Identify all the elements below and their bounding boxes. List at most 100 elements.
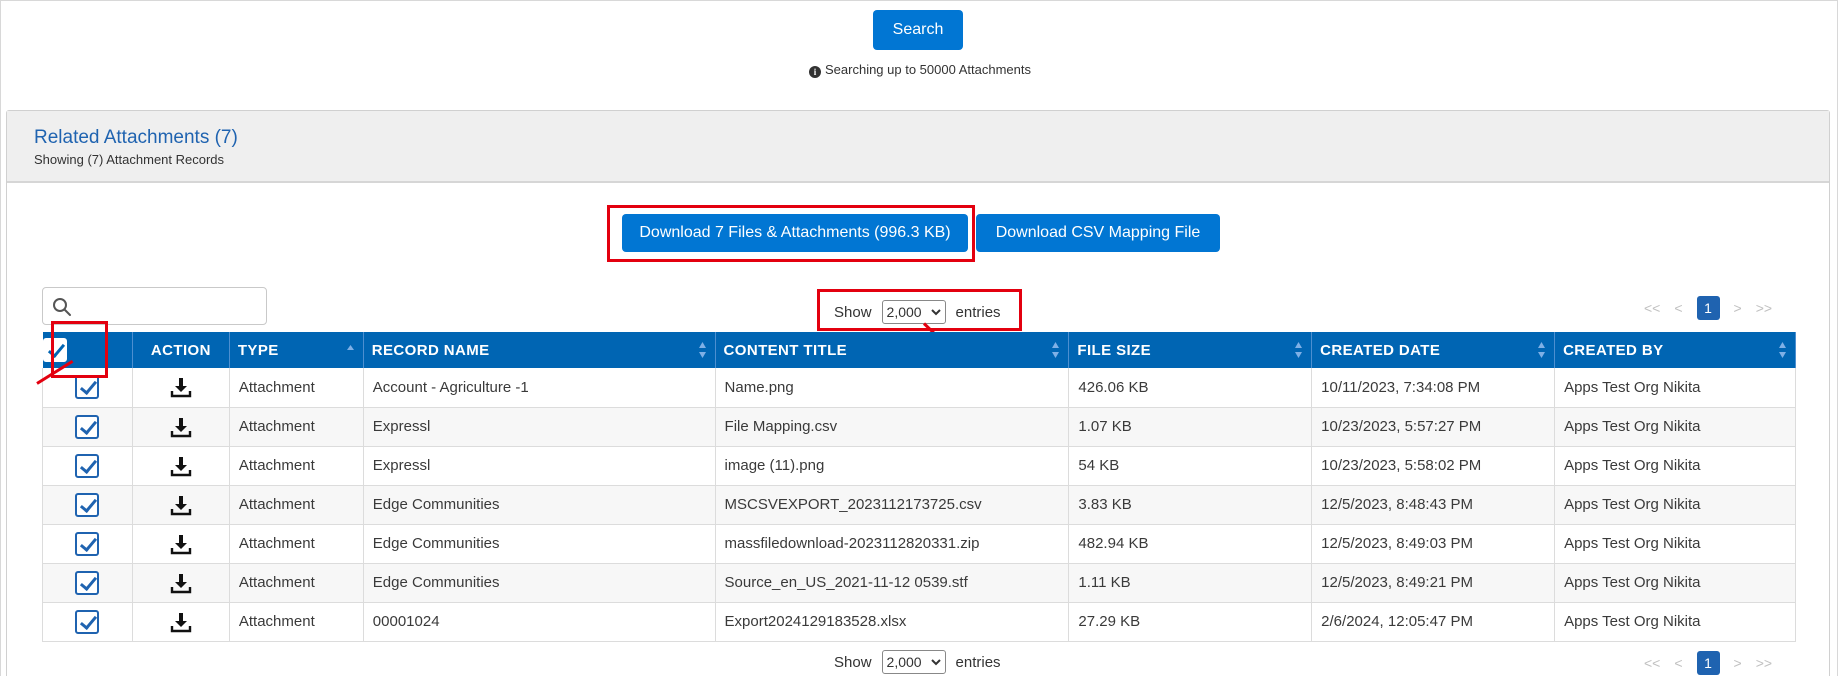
row-content-title[interactable]: Source_en_US_2021-11-12 0539.stf [715, 563, 1070, 603]
pager-prev-bottom[interactable]: < [1674, 655, 1682, 671]
row-select-cell[interactable] [42, 524, 133, 564]
row-action-cell[interactable] [132, 368, 230, 408]
row-checkbox[interactable] [75, 609, 100, 634]
row-created-date: 2/6/2024, 12:05:47 PM [1311, 602, 1556, 642]
row-created-by[interactable]: Apps Test Org Nikita [1554, 563, 1796, 603]
row-record-name[interactable]: Edge Communities [363, 485, 716, 525]
download-icon[interactable] [170, 572, 192, 594]
download-icon[interactable] [170, 533, 192, 555]
pager-next[interactable]: > [1734, 300, 1742, 316]
row-checkbox[interactable] [75, 453, 100, 478]
page-size-select-bottom[interactable]: 2,000 [881, 650, 946, 674]
row-created-by[interactable]: Apps Test Org Nikita [1554, 368, 1796, 408]
row-content-title[interactable]: image (11).png [715, 446, 1070, 486]
row-record-name[interactable]: Account - Agriculture -1 [363, 368, 716, 408]
download-all-button[interactable]: Download 7 Files & Attachments (996.3 KB… [622, 214, 968, 252]
table-row[interactable]: Attachment Account - Agriculture -1 Name.p… [42, 368, 1796, 408]
table-row[interactable]: Attachment Expressl image (11).png 54 KB 10/… [42, 446, 1796, 486]
row-type: Attachment [229, 446, 364, 486]
row-select-cell[interactable] [42, 407, 133, 447]
sort-icon[interactable] [1778, 341, 1787, 359]
row-checkbox[interactable] [75, 492, 100, 517]
download-icon[interactable] [170, 455, 192, 477]
table-row[interactable]: Attachment Edge Communities Source_en_US_2… [42, 563, 1796, 603]
row-created-by[interactable]: Apps Test Org Nikita [1554, 602, 1796, 642]
row-record-name[interactable]: 00001024 [363, 602, 716, 642]
column-header-created-by[interactable]: CREATED BY [1554, 332, 1796, 368]
column-header-file-size[interactable]: FILE SIZE [1068, 332, 1313, 368]
row-created-date: 10/23/2023, 5:57:27 PM [1311, 407, 1556, 447]
search-button[interactable]: Search [873, 10, 963, 50]
select-all-checkbox[interactable] [42, 338, 67, 362]
row-checkbox[interactable] [75, 414, 100, 439]
row-created-date: 10/23/2023, 5:58:02 PM [1311, 446, 1556, 486]
table-row[interactable]: Attachment Edge Communities MSCSVEXPORT_20… [42, 485, 1796, 525]
pager-last-bottom[interactable]: >> [1756, 655, 1772, 671]
row-action-cell[interactable] [132, 485, 230, 525]
table-row[interactable]: Attachment Edge Communities massfiledownlo… [42, 524, 1796, 564]
select-all-header[interactable] [42, 332, 133, 368]
table-search-box[interactable] [42, 287, 267, 325]
column-header-type[interactable]: TYPE [229, 332, 364, 368]
sort-asc-icon[interactable] [346, 341, 355, 359]
row-select-cell[interactable] [42, 563, 133, 603]
row-content-title[interactable]: massfiledownload-2023112820331.zip [715, 524, 1070, 564]
pager-current[interactable]: 1 [1696, 296, 1720, 320]
row-created-date: 12/5/2023, 8:48:43 PM [1311, 485, 1556, 525]
row-record-name[interactable]: Expressl [363, 407, 716, 447]
table-row[interactable]: Attachment 00001024 Export2024129183528.xl… [42, 602, 1796, 642]
row-action-cell[interactable] [132, 407, 230, 447]
row-created-by[interactable]: Apps Test Org Nikita [1554, 446, 1796, 486]
attachments-table: ACTION TYPE RECORD NAME CONTENT TITLE FI… [42, 332, 1796, 642]
entries-label-bottom: entries [955, 653, 1001, 671]
row-checkbox[interactable] [75, 375, 100, 400]
row-record-name[interactable]: Edge Communities [363, 563, 716, 603]
column-header-content-title[interactable]: CONTENT TITLE [715, 332, 1070, 368]
pager-next-bottom[interactable]: > [1734, 655, 1742, 671]
table-row[interactable]: Attachment Expressl File Mapping.csv 1.07 K… [42, 407, 1796, 447]
row-action-cell[interactable] [132, 524, 230, 564]
download-csv-mapping-button[interactable]: Download CSV Mapping File [976, 214, 1220, 252]
row-created-by[interactable]: Apps Test Org Nikita [1554, 524, 1796, 564]
column-header-record-name[interactable]: RECORD NAME [363, 332, 716, 368]
row-type: Attachment [229, 368, 364, 408]
column-header-created-date[interactable]: CREATED DATE [1311, 332, 1556, 368]
row-content-title[interactable]: Export2024129183528.xlsx [715, 602, 1070, 642]
row-created-by[interactable]: Apps Test Org Nikita [1554, 485, 1796, 525]
row-content-title[interactable]: MSCSVEXPORT_2023112173725.csv [715, 485, 1070, 525]
sort-icon[interactable] [1537, 341, 1546, 359]
row-select-cell[interactable] [42, 602, 133, 642]
pager-prev[interactable]: < [1674, 300, 1682, 316]
row-created-by[interactable]: Apps Test Org Nikita [1554, 407, 1796, 447]
pager-last[interactable]: >> [1756, 300, 1772, 316]
column-header-created-by-label: CREATED BY [1563, 341, 1664, 359]
download-icon[interactable] [170, 416, 192, 438]
row-content-title[interactable]: Name.png [715, 368, 1070, 408]
table-search-input[interactable] [77, 292, 267, 320]
row-select-cell[interactable] [42, 485, 133, 525]
pager-first[interactable]: << [1644, 300, 1660, 316]
row-action-cell[interactable] [132, 563, 230, 603]
row-content-title[interactable]: File Mapping.csv [715, 407, 1070, 447]
sort-icon[interactable] [698, 341, 707, 359]
row-record-name[interactable]: Expressl [363, 446, 716, 486]
row-select-cell[interactable] [42, 446, 133, 486]
chevron-down-icon [930, 308, 941, 315]
pager-current-bottom[interactable]: 1 [1696, 651, 1720, 675]
pager-first-bottom[interactable]: << [1644, 655, 1660, 671]
download-icon[interactable] [170, 376, 192, 398]
download-icon[interactable] [170, 494, 192, 516]
row-record-name[interactable]: Edge Communities [363, 524, 716, 564]
sort-icon[interactable] [1294, 341, 1303, 359]
column-header-content-title-label: CONTENT TITLE [723, 341, 848, 359]
row-action-cell[interactable] [132, 446, 230, 486]
row-checkbox[interactable] [75, 531, 100, 556]
download-icon[interactable] [170, 611, 192, 633]
row-select-cell[interactable] [42, 368, 133, 408]
page-size-value: 2,000 [886, 304, 922, 320]
row-checkbox[interactable] [75, 570, 100, 595]
row-action-cell[interactable] [132, 602, 230, 642]
row-file-size: 3.83 KB [1068, 485, 1313, 525]
sort-icon[interactable] [1051, 341, 1060, 359]
page-size-select[interactable]: 2,000 [881, 300, 946, 324]
